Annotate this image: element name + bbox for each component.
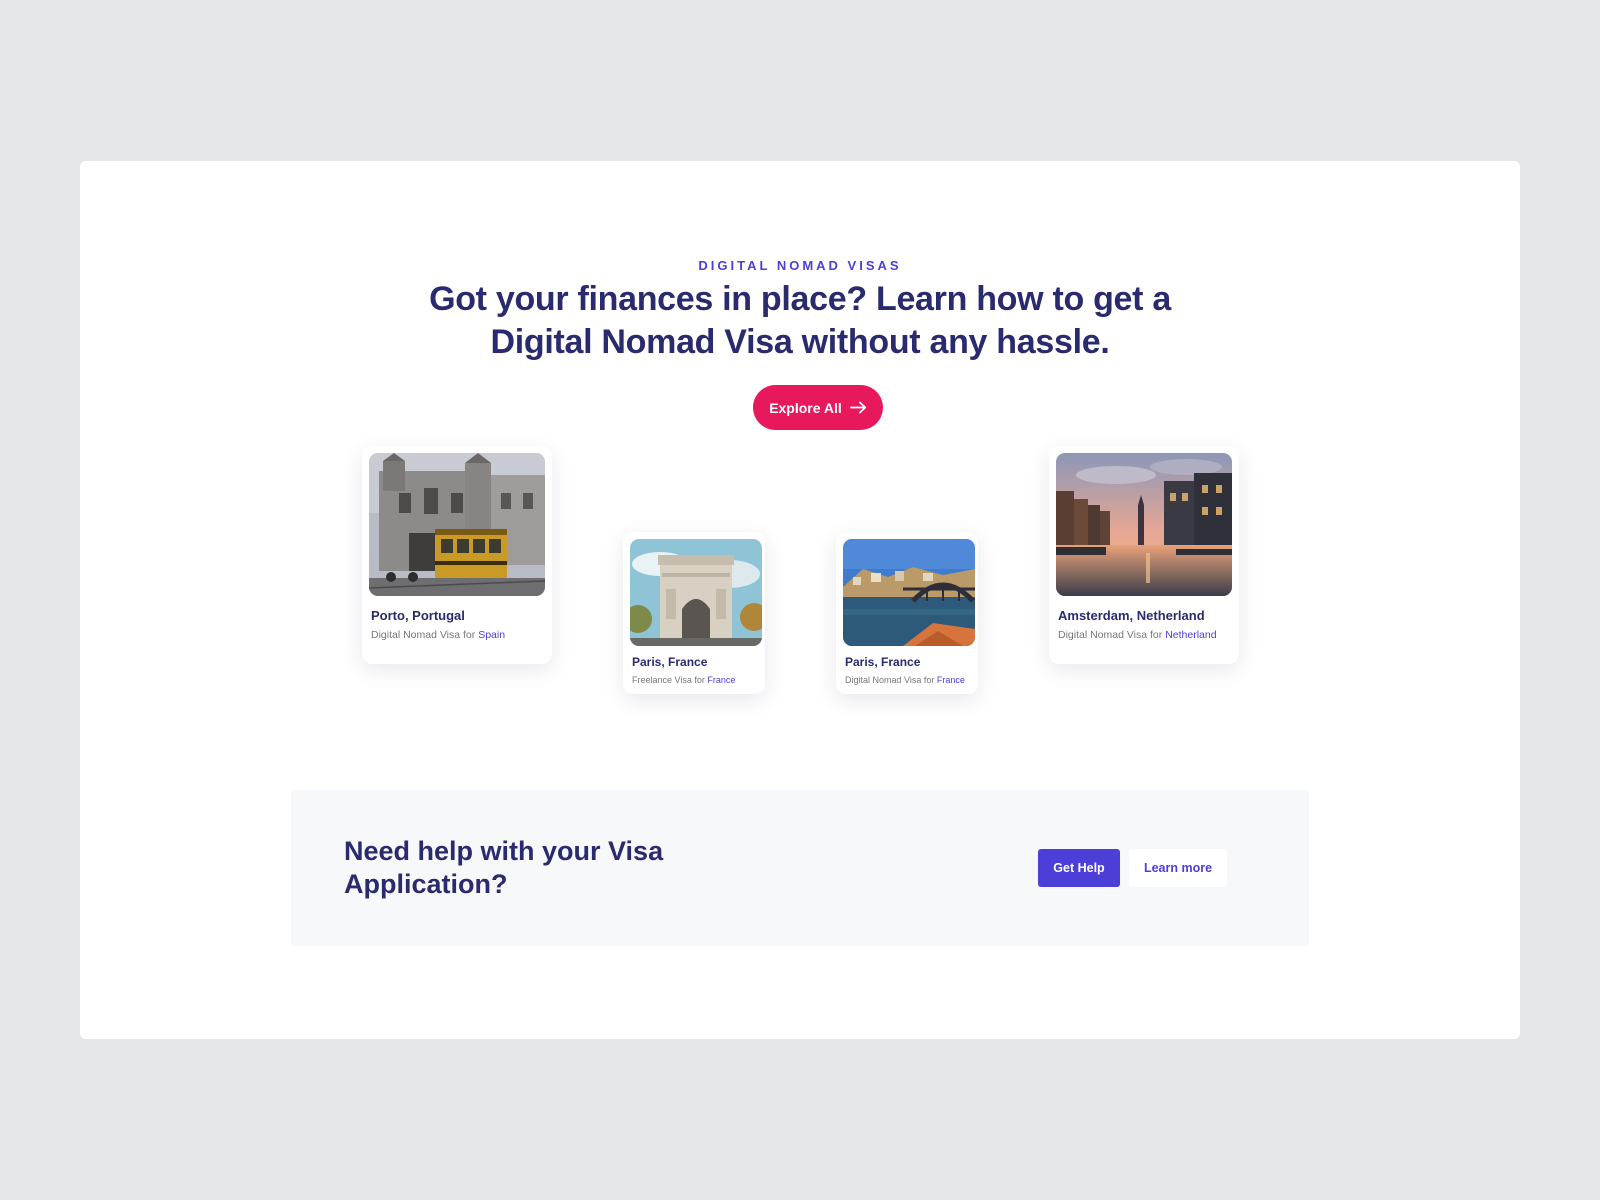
explore-all-button[interactable]: Explore All (753, 385, 883, 430)
destination-card-paris-freelance[interactable]: Paris, France Freelance Visa for France (623, 532, 765, 694)
learn-more-button[interactable]: Learn more (1129, 849, 1227, 887)
visa-prefix: Digital Nomad Visa for (1058, 629, 1166, 641)
arc-de-triomphe-photo (630, 539, 762, 646)
card-visa-type: Digital Nomad Visa for Netherland (1056, 629, 1232, 641)
card-visa-type: Digital Nomad Visa for France (843, 675, 971, 685)
destination-card-porto[interactable]: Porto, Portugal Digital Nomad Visa for S… (362, 446, 552, 664)
card-city: Amsterdam, Netherland (1058, 608, 1205, 623)
section-eyebrow: DIGITAL NOMAD VISAS (698, 258, 902, 273)
visa-country-link[interactable]: Spain (478, 629, 505, 641)
river-bridge-photo (843, 539, 975, 646)
help-title-line-2: Application? (344, 869, 508, 899)
visa-prefix: Digital Nomad Visa for (845, 675, 937, 685)
amsterdam-photo (1056, 453, 1232, 596)
visa-country-link[interactable]: France (937, 675, 965, 685)
headline-line-2: Digital Nomad Visa without any hassle. (490, 323, 1110, 361)
content-frame: DIGITAL NOMAD VISAS Got your finances in… (80, 161, 1520, 1039)
explore-all-label: Explore All (769, 399, 842, 416)
destination-card-paris-nomad[interactable]: Paris, France Digital Nomad Visa for Fra… (836, 532, 978, 694)
get-help-button[interactable]: Get Help (1038, 849, 1120, 887)
card-city: Paris, France (632, 655, 708, 669)
visa-country-link[interactable]: Netherland (1165, 629, 1216, 641)
help-title: Need help with your Visa Application? (344, 835, 744, 901)
visa-prefix: Digital Nomad Visa for (371, 629, 479, 641)
help-cta-panel: Need help with your Visa Application? Ge… (291, 790, 1309, 946)
visa-country-link[interactable]: France (707, 675, 735, 685)
headline-line-1: Got your finances in place? Learn how to… (429, 280, 1171, 318)
porto-photo (369, 453, 545, 596)
visa-prefix: Freelance Visa for (632, 675, 708, 685)
card-city: Porto, Portugal (371, 608, 465, 623)
help-title-line-1: Need help with your Visa (344, 836, 664, 866)
card-city: Paris, France (845, 655, 921, 669)
card-visa-type: Digital Nomad Visa for Spain (369, 629, 545, 641)
arrow-right-icon (849, 401, 866, 414)
card-visa-type: Freelance Visa for France (630, 675, 758, 685)
destination-card-amsterdam[interactable]: Amsterdam, Netherland Digital Nomad Visa… (1049, 446, 1239, 664)
hero-headline: Got your finances in place? Learn how to… (80, 278, 1520, 364)
